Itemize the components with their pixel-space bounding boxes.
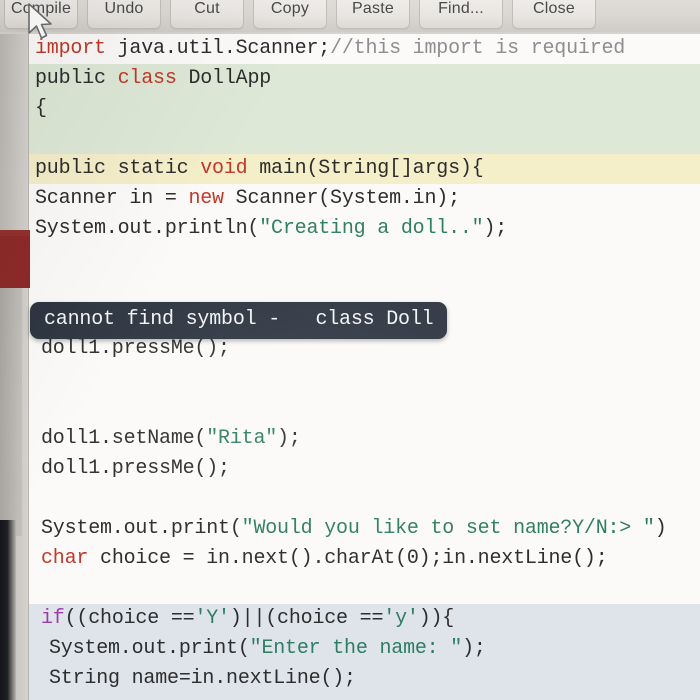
code-token: main(String[]args){ — [247, 157, 484, 180]
undo-button[interactable]: Undo — [87, 0, 161, 29]
compile-button[interactable]: Compile — [4, 0, 78, 29]
keyword-token: char — [41, 547, 89, 570]
copy-button-label: Copy — [270, 0, 310, 17]
code-token: ); — [462, 637, 486, 660]
string-token: "Creating a doll.." — [259, 217, 484, 240]
code-editor[interactable]: import java.util.Scanner;//this import i… — [0, 34, 700, 700]
close-button[interactable]: Close — [512, 0, 596, 29]
char-token: 'Y' — [194, 607, 230, 630]
code-line: System.out.println("Creating a doll.."); — [29, 214, 700, 244]
code-line: doll1.pressMe(); — [29, 454, 700, 484]
code-token: String name=in.nextLine(); — [49, 667, 356, 690]
code-line — [29, 124, 700, 154]
code-token: ((choice == — [64, 607, 195, 630]
undo-button-label: Undo — [104, 0, 144, 17]
keyword-token: void — [200, 157, 248, 180]
error-tooltip: cannot find symbol - class Doll — [30, 302, 448, 339]
keyword-token: new — [188, 187, 224, 210]
string-token: "Would you like to set name?Y/N:> " — [241, 517, 655, 540]
code-token: ); — [277, 427, 301, 450]
code-line: if((choice =='Y')||(choice =='y')){ — [29, 604, 700, 634]
ide-screenshot: Compile Undo Cut Copy Paste Find... Clos… — [0, 0, 700, 700]
code-token: doll1.setName( — [41, 427, 207, 450]
code-token: doll1.pressMe(); — [41, 337, 230, 360]
code-token: System.out.println( — [35, 217, 260, 240]
code-token: Scanner in = — [35, 187, 189, 210]
code-token: ); — [483, 217, 508, 240]
paste-button[interactable]: Paste — [336, 0, 410, 29]
char-token: 'y' — [383, 607, 419, 630]
code-pane[interactable]: import java.util.Scanner;//this import i… — [28, 34, 700, 700]
code-line — [29, 694, 700, 700]
code-token: java.util.Scanner; — [105, 37, 331, 60]
error-gutter-band — [0, 236, 30, 288]
code-line: char choice = in.next().charAt(0);in.nex… — [29, 544, 700, 574]
code-line: System.out.print("Enter the name: "); — [29, 634, 700, 664]
copy-button[interactable]: Copy — [253, 0, 327, 29]
code-line: public class DollApp — [29, 64, 700, 94]
code-token: choice = in.next().charAt(0);in.nextLine… — [88, 547, 608, 570]
code-line: String name=in.nextLine(); — [29, 664, 700, 694]
code-token: System.out.print( — [41, 517, 242, 540]
cut-button[interactable]: Cut — [170, 0, 244, 29]
paste-button-label: Paste — [352, 0, 394, 17]
keyword-token: class — [117, 67, 177, 90]
code-token: ) — [654, 517, 667, 540]
code-token: )||(choice == — [229, 607, 384, 630]
compile-button-label: Compile — [10, 0, 72, 17]
string-token: "Enter the name: " — [249, 637, 463, 660]
code-line: public static void main(String[]args){ — [29, 154, 700, 184]
photo-edge-artifact — [0, 520, 16, 700]
keyword-token: if — [41, 607, 65, 630]
code-line: Scanner in = new Scanner(System.in); — [29, 184, 700, 214]
photo-edge-artifact — [0, 286, 22, 536]
code-token: System.out.print( — [49, 637, 250, 660]
code-line: { — [29, 94, 700, 124]
string-token: "Rita" — [206, 427, 278, 450]
editor-toolbar: Compile Undo Cut Copy Paste Find... Clos… — [0, 0, 700, 32]
code-token: public static — [35, 157, 201, 180]
code-token: Scanner(System.in); — [223, 187, 460, 210]
comment-token: //this import is required — [330, 37, 626, 60]
cut-button-label: Cut — [194, 0, 220, 17]
find-button-label: Find... — [438, 0, 484, 17]
find-button[interactable]: Find... — [419, 0, 503, 29]
code-line: doll1.setName("Rita"); — [29, 424, 700, 454]
code-token: DollApp — [176, 67, 272, 90]
code-token: )){ — [418, 607, 455, 630]
code-line: System.out.print("Would you like to set … — [29, 514, 700, 544]
code-token: { — [35, 97, 47, 120]
code-token: doll1.pressMe(); — [41, 457, 230, 480]
code-line: import java.util.Scanner;//this import i… — [29, 34, 700, 64]
code-token: public — [35, 67, 118, 90]
close-button-label: Close — [533, 0, 575, 17]
keyword-token: import — [35, 37, 106, 60]
